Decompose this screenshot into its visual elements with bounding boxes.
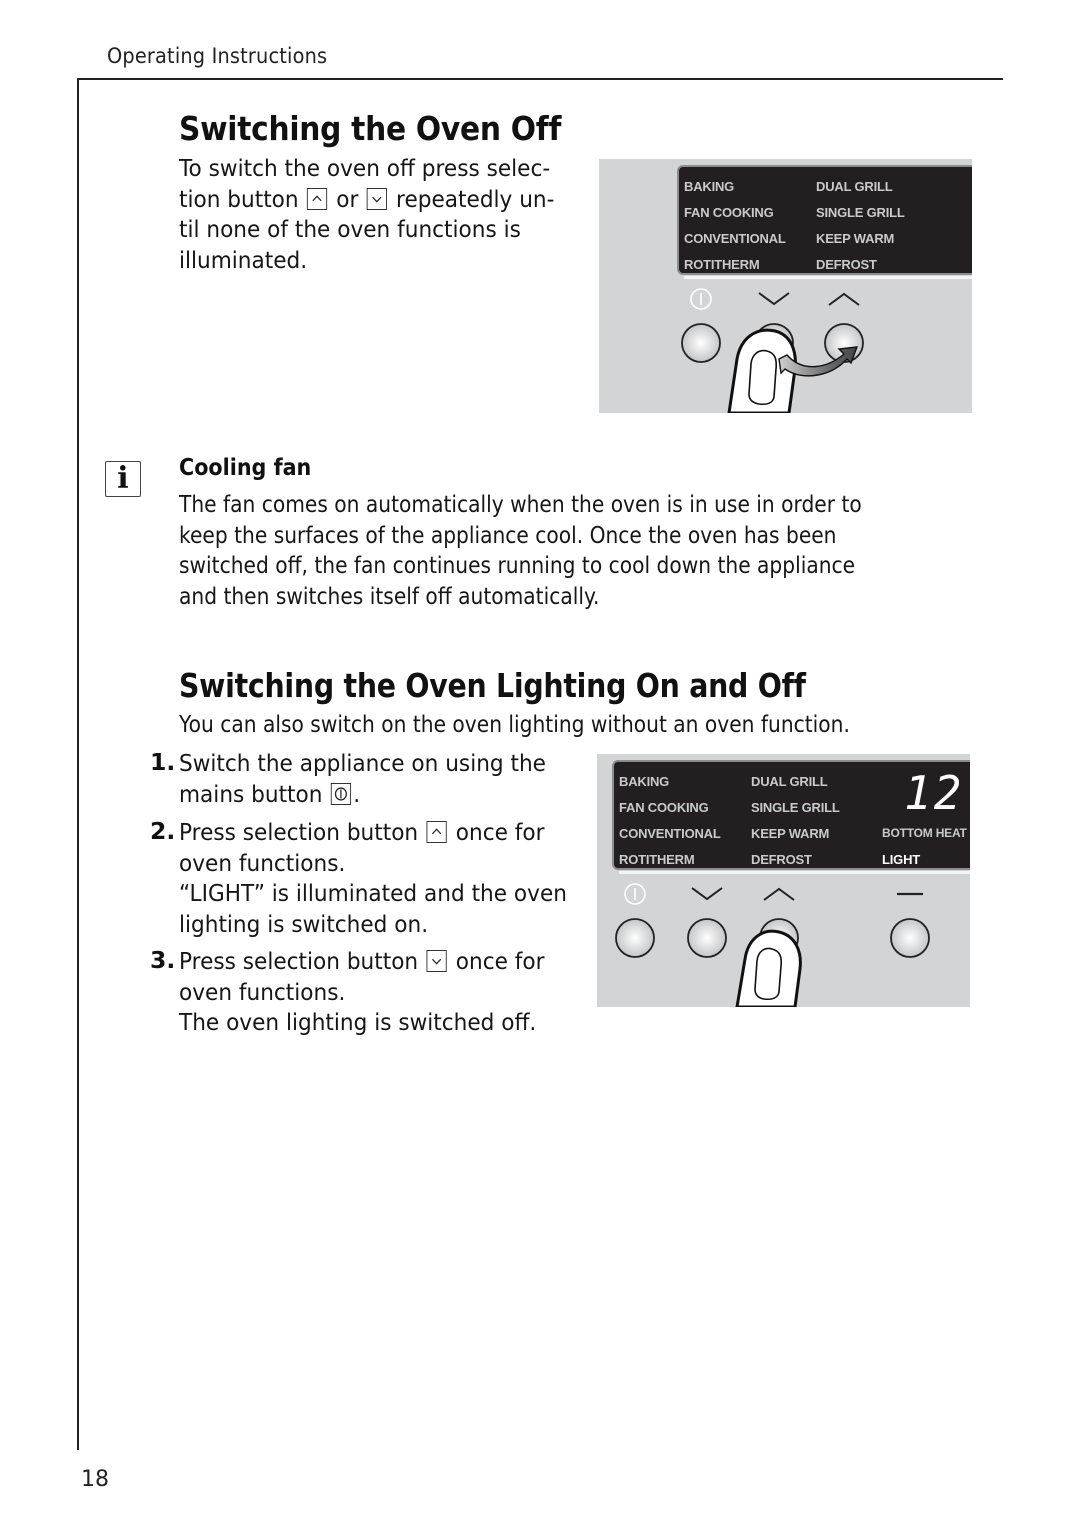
text-line: “LIGHT” is illuminated and the oven — [179, 879, 567, 907]
step-number: 1. — [150, 748, 176, 776]
text-fragment: Press selection button — [179, 818, 426, 846]
step-text: Switch the appliance on using the mains … — [179, 748, 546, 809]
text-line: switched off, the fan continues running … — [179, 551, 856, 579]
text-line: illuminated. — [179, 245, 308, 274]
step-number: 2. — [150, 817, 176, 845]
text-line: lighting is switched on. — [179, 909, 429, 938]
power-icon — [690, 288, 712, 310]
text-line: Press selection button once for — [179, 817, 567, 848]
up-arrow-key-icon — [426, 821, 448, 843]
text-fragment: tion button — [179, 184, 306, 213]
power-button — [615, 918, 655, 958]
chevron-up-icon — [828, 292, 860, 306]
step-text: Press selection button once for oven fun… — [179, 817, 567, 939]
page-number: 18 — [81, 1467, 109, 1492]
chevron-down-icon — [691, 887, 723, 901]
up-arrow-key-icon — [307, 187, 328, 210]
finger-icon — [735, 929, 802, 1007]
text-line: and then switches itself off automatical… — [179, 581, 600, 610]
text-line: Switch the appliance on using the — [179, 749, 546, 777]
panel1-buttons-svg — [681, 288, 864, 413]
text-line: The fan comes on automatically when the … — [179, 490, 862, 518]
section2-intro: You can also switch on the oven lighting… — [179, 710, 850, 738]
minus-button — [890, 918, 930, 958]
step-number: 3. — [150, 946, 176, 974]
power-icon — [624, 883, 646, 905]
running-header: Operating Instructions — [107, 44, 328, 68]
power-button — [681, 323, 721, 363]
text-fragment: once for — [448, 818, 545, 846]
note-paragraph: The fan comes on automatically when the … — [179, 489, 862, 611]
oven-control-panel-illustration-1: BAKING FAN COOKING CONVENTIONAL ROTITHER… — [599, 159, 972, 413]
text-line: mains button . — [179, 779, 546, 810]
text-line: The oven lighting is switched off. — [179, 1008, 537, 1036]
down-button — [687, 918, 727, 958]
step-text: Press selection button once for oven fun… — [179, 946, 545, 1038]
panel2-buttons-svg — [615, 883, 930, 1007]
section1-paragraph: To switch the oven off press selec- tion… — [179, 153, 554, 275]
text-fragment: . — [353, 779, 361, 808]
note-title: Cooling fan — [179, 455, 312, 481]
text-line: keep the surfaces of the appliance cool.… — [179, 520, 837, 549]
text-line: Press selection button once for — [179, 946, 545, 977]
text-fragment: once for — [448, 947, 545, 975]
header-rule — [78, 78, 1003, 80]
text-line: til none of the oven functions is — [179, 215, 521, 243]
section-title-lighting: Switching the Oven Lighting On and Off — [179, 666, 806, 705]
chevron-down-icon — [758, 292, 790, 306]
oven-control-panel-illustration-2: BAKING FAN COOKING CONVENTIONAL ROTITHER… — [597, 754, 970, 1007]
text-line: To switch the oven off press selec- — [179, 154, 551, 182]
info-icon: i — [105, 461, 141, 497]
section-title-oven-off: Switching the Oven Off — [179, 109, 562, 148]
text-fragment: repeatedly un- — [389, 184, 555, 213]
down-arrow-key-icon — [367, 187, 388, 210]
text-fragment: or — [329, 184, 366, 213]
margin-rule — [77, 78, 79, 1450]
finger-icon — [727, 328, 797, 413]
down-arrow-key-icon — [426, 950, 448, 972]
text-fragment: mains button — [179, 779, 330, 808]
text-line: oven functions. — [179, 977, 346, 1006]
text-line: oven functions. — [179, 848, 346, 877]
text-line: tion button or repeatedly un- — [179, 184, 554, 215]
power-key-icon — [331, 782, 352, 805]
chevron-up-icon — [763, 887, 795, 901]
text-fragment: Press selection button — [179, 947, 426, 975]
